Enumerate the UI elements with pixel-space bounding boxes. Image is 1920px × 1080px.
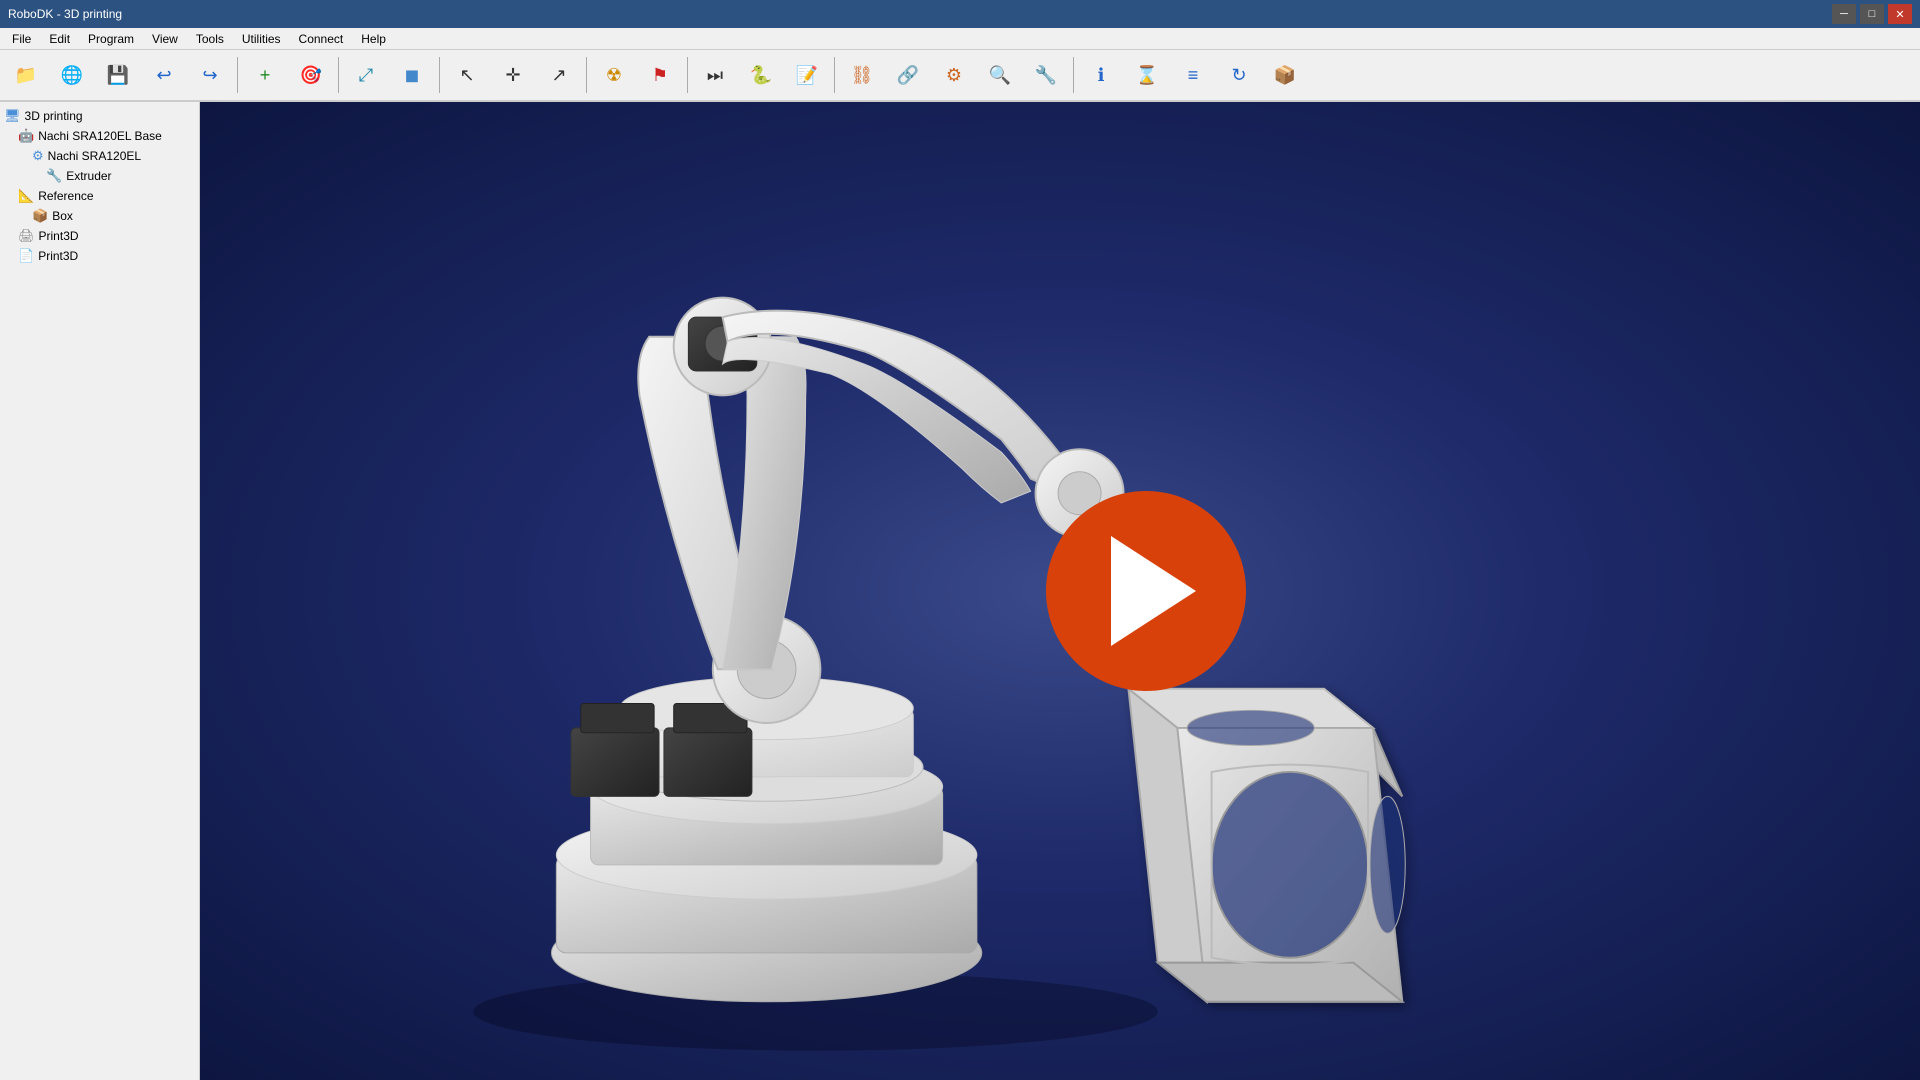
menu-item-edit[interactable]: Edit <box>41 30 78 48</box>
app-title: RoboDK - 3D printing <box>8 7 122 21</box>
title-bar: RoboDK - 3D printing ─ □ ✕ <box>0 0 1920 28</box>
tool-icon: 🔧 <box>46 168 62 184</box>
maximize-btn[interactable]: □ <box>1860 4 1884 24</box>
menu-item-program[interactable]: Program <box>80 30 142 48</box>
layers-btn[interactable]: ≡ <box>1171 53 1215 97</box>
link3-btn[interactable]: ⚙ <box>932 53 976 97</box>
flag-btn[interactable]: ⚑ <box>638 53 682 97</box>
info-btn[interactable]: ℹ <box>1079 53 1123 97</box>
main-area: 🖥 3D printing 🤖 Nachi SRA120EL Base ⚙ Nachi S… <box>0 102 1920 1080</box>
tree-label: Extruder <box>66 169 111 183</box>
sep3 <box>439 57 440 93</box>
tree-item-print3d-1[interactable]: 🖨 Print3D <box>0 226 199 246</box>
rotate-btn[interactable]: ↗ <box>537 53 581 97</box>
sep6 <box>834 57 835 93</box>
robot-icon: 🤖 <box>18 128 34 144</box>
tree-label: Nachi SRA120EL Base <box>38 129 162 143</box>
tree-label: Print3D <box>38 249 78 263</box>
timer-btn[interactable]: ⌛ <box>1125 53 1169 97</box>
python-btn[interactable]: 🐍 <box>739 53 783 97</box>
ff-btn[interactable]: ⏭ <box>693 53 737 97</box>
search-btn[interactable]: 🔍 <box>978 53 1022 97</box>
open-online-btn[interactable]: 🌐 <box>50 53 94 97</box>
sep2 <box>338 57 339 93</box>
tree-item-nachi-robot[interactable]: ⚙ Nachi SRA120EL <box>0 146 199 166</box>
viewport-3d[interactable] <box>200 102 1920 1080</box>
menu-item-utilities[interactable]: Utilities <box>234 30 289 48</box>
close-btn[interactable]: ✕ <box>1888 4 1912 24</box>
play-button[interactable] <box>1046 491 1246 691</box>
tree-label: Box <box>52 209 73 223</box>
move-btn[interactable]: ✛ <box>491 53 535 97</box>
tree-label: 3D printing <box>25 109 83 123</box>
tree-item-extruder[interactable]: 🔧 Extruder <box>0 166 199 186</box>
open-file-btn[interactable]: 📁 <box>4 53 48 97</box>
tree-item-box[interactable]: 📦 Box <box>0 206 199 226</box>
fit-view-btn[interactable]: ⤢ <box>344 53 388 97</box>
box-icon: 📦 <box>32 208 48 224</box>
tree-item-print3d-2[interactable]: 📄 Print3D <box>0 246 199 266</box>
print-white-icon: 📄 <box>18 248 34 264</box>
tree-label: Nachi SRA120EL <box>48 149 141 163</box>
perspective-btn[interactable]: ◼ <box>390 53 434 97</box>
radiation-btn[interactable]: ☢ <box>592 53 636 97</box>
tree-label: Print3D <box>39 229 79 243</box>
toolbar: 📁🌐💾↩↪+🎯⤢◼↖✛↗☢⚑⏭🐍📝⛓🔗⚙🔍🔧ℹ⌛≡↻📦 <box>0 50 1920 102</box>
menu-item-connect[interactable]: Connect <box>291 30 352 48</box>
sep1 <box>237 57 238 93</box>
tree-label: Reference <box>38 189 93 203</box>
window-controls: ─ □ ✕ <box>1832 4 1912 24</box>
add-prog-btn[interactable]: 📝 <box>785 53 829 97</box>
save-btn[interactable]: 💾 <box>96 53 140 97</box>
undo-btn[interactable]: ↩ <box>142 53 186 97</box>
redo-btn[interactable]: ↪ <box>188 53 232 97</box>
print-icon: 🖨 <box>18 228 35 244</box>
minimize-btn[interactable]: ─ <box>1832 4 1856 24</box>
add-target-btn[interactable]: 🎯 <box>289 53 333 97</box>
refresh-btn[interactable]: ↻ <box>1217 53 1261 97</box>
sep4 <box>586 57 587 93</box>
menu-item-view[interactable]: View <box>144 30 186 48</box>
add-object-btn[interactable]: + <box>243 53 287 97</box>
reference-icon: 📐 <box>18 188 34 204</box>
menu-item-help[interactable]: Help <box>353 30 394 48</box>
package-btn[interactable]: 📦 <box>1263 53 1307 97</box>
monitor-icon: 🖥 <box>4 108 21 124</box>
sep7 <box>1073 57 1074 93</box>
robot-arm-icon: ⚙ <box>32 148 44 164</box>
menu-item-tools[interactable]: Tools <box>188 30 232 48</box>
link1-btn[interactable]: ⛓ <box>840 53 884 97</box>
tree-item-nachi-base[interactable]: 🤖 Nachi SRA120EL Base <box>0 126 199 146</box>
tool-btn[interactable]: 🔧 <box>1024 53 1068 97</box>
scene-tree-panel: 🖥 3D printing 🤖 Nachi SRA120EL Base ⚙ Nachi S… <box>0 102 200 1080</box>
link2-btn[interactable]: 🔗 <box>886 53 930 97</box>
select-btn[interactable]: ↖ <box>445 53 489 97</box>
tree-item-3dprinting[interactable]: 🖥 3D printing <box>0 106 199 126</box>
menu-item-file[interactable]: File <box>4 30 39 48</box>
tree-item-reference[interactable]: 📐 Reference <box>0 186 199 206</box>
menu-bar: FileEditProgramViewToolsUtilitiesConnect… <box>0 28 1920 50</box>
sep5 <box>687 57 688 93</box>
